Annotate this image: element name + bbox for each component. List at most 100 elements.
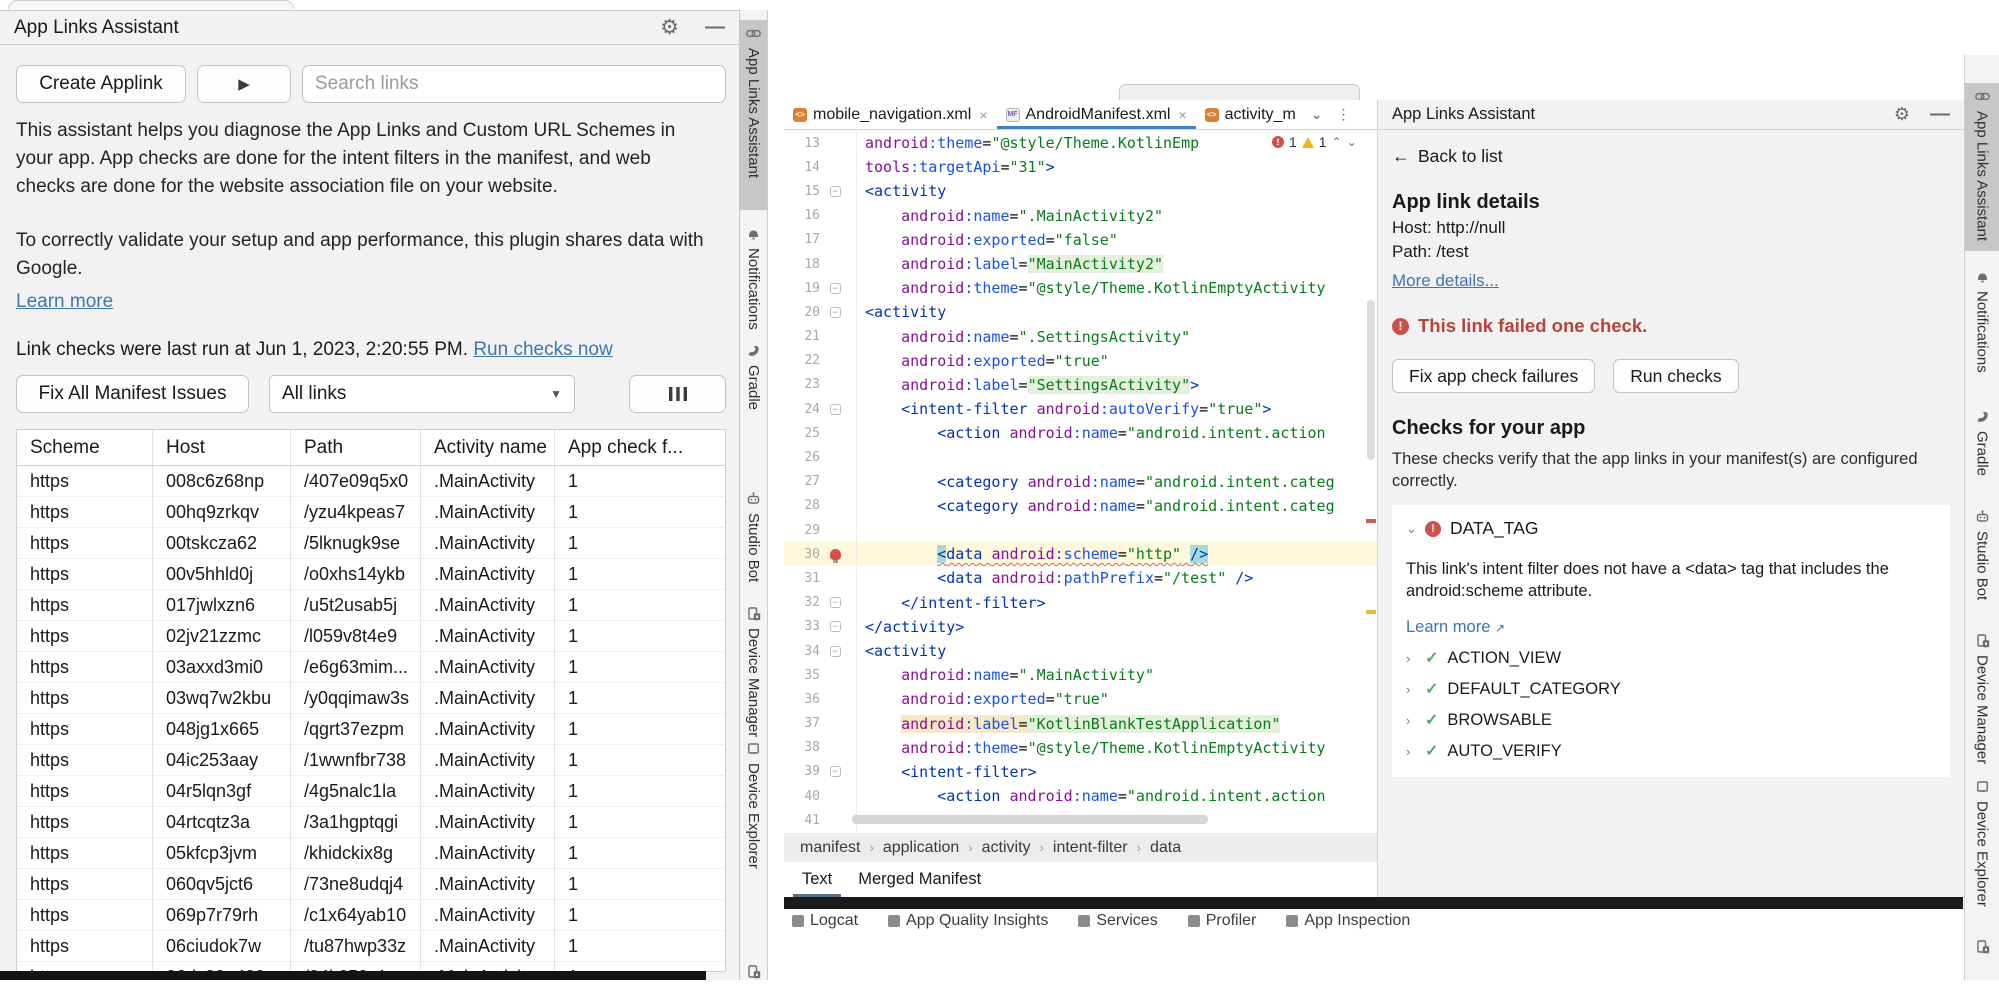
learn-more-link[interactable]: Learn more ↗	[1406, 618, 1505, 637]
gear-icon[interactable]: ⚙	[660, 15, 679, 40]
links-filter-select[interactable]: All links ▼	[269, 375, 575, 413]
fix-all-manifest-issues-button[interactable]: Fix All Manifest Issues	[16, 375, 249, 413]
fold-icon[interactable]: −	[830, 597, 841, 608]
code-line[interactable]: 18 android:label="MainActivity2"	[784, 252, 1377, 276]
learn-more-link[interactable]: Learn more	[16, 291, 113, 313]
check-item-action_view[interactable]: ›✓ACTION_VIEW	[1406, 648, 1936, 668]
stripe-item-partial[interactable]	[740, 958, 767, 980]
vertical-scrollbar[interactable]	[1367, 300, 1375, 460]
gear-icon[interactable]: ⚙	[1894, 104, 1910, 125]
toolbar-item-app-quality-insights[interactable]: App Quality Insights	[888, 912, 1048, 930]
bottom-tab-merged-manifest[interactable]: Merged Manifest	[849, 862, 990, 897]
breadcrumb-item[interactable]: intent-filter	[1053, 839, 1128, 857]
code-editor[interactable]: 13android:theme="@style/Theme.KotlinEmp1…	[784, 131, 1377, 833]
stripe-item-gradle[interactable]: Gradle	[1965, 403, 1999, 483]
prev-issue-icon[interactable]: ⌃	[1332, 135, 1342, 149]
stripe-item-device-manager[interactable]: Device Manager	[740, 600, 767, 720]
stripe-item-device-explorer[interactable]: Device Explorer	[1965, 773, 1999, 903]
code-line[interactable]: 23 android:label="SettingsActivity">	[784, 373, 1377, 397]
code-line[interactable]: 21 android:name=".SettingsActivity"	[784, 325, 1377, 349]
code-line[interactable]: 20−<activity	[784, 300, 1377, 324]
code-line[interactable]: 22 android:exported="true"	[784, 349, 1377, 373]
minimize-icon[interactable]: —	[705, 16, 725, 39]
error-stripe-mark[interactable]	[1366, 519, 1376, 523]
toolbar-item-services[interactable]: Services	[1078, 912, 1157, 930]
code-line[interactable]: 39− <intent-filter>	[784, 760, 1377, 784]
column-header[interactable]: Scheme	[17, 430, 153, 465]
stripe-item-app-links-assistant[interactable]: App Links Assistant	[740, 20, 767, 210]
horizontal-scrollbar[interactable]	[852, 815, 1208, 824]
stripe-item-notifications[interactable]: Notifications	[740, 220, 767, 330]
code-line[interactable]: 33−</activity>	[784, 615, 1377, 639]
stripe-item-studio-bot[interactable]: Studio Bot	[1965, 503, 1999, 603]
table-row[interactable]: https017jwlxzn6/u5t2usab5j.MainActivity1	[17, 590, 725, 621]
error-bulb-icon[interactable]	[830, 549, 841, 560]
breadcrumb-item[interactable]: data	[1150, 839, 1181, 857]
code-line[interactable]: 17 android:exported="false"	[784, 228, 1377, 252]
fold-icon[interactable]: −	[830, 766, 841, 777]
breadcrumb-item[interactable]: manifest	[800, 839, 860, 857]
check-item-auto_verify[interactable]: ›✓AUTO_VERIFY	[1406, 741, 1936, 761]
chevron-right-icon[interactable]: ›	[1406, 713, 1416, 728]
more-details-link[interactable]: More details...	[1392, 271, 1499, 291]
code-line[interactable]: 24− <intent-filter android:autoVerify="t…	[784, 397, 1377, 421]
code-line[interactable]: 34−<activity	[784, 639, 1377, 663]
code-line[interactable]: 15−<activity	[784, 179, 1377, 203]
inspection-widget[interactable]: ! 1 1 ⌃ ⌄	[1268, 134, 1357, 150]
stripe-item-app-links-assistant[interactable]: App Links Assistant	[1965, 83, 1999, 251]
code-line[interactable]: 27 <category android:name="android.inten…	[784, 470, 1377, 494]
fix-app-check-failures-button[interactable]: Fix app check failures	[1392, 359, 1595, 393]
check-item-browsable[interactable]: ›✓BROWSABLE	[1406, 710, 1936, 730]
table-row[interactable]: https048jg1x665/qgrt37ezpm.MainActivity1	[17, 714, 725, 745]
toolbar-item-app-inspection[interactable]: App Inspection	[1286, 912, 1410, 930]
code-line[interactable]: 29	[784, 518, 1377, 542]
close-icon[interactable]: ×	[979, 107, 987, 123]
code-line[interactable]: 28 <category android:name="android.inten…	[784, 494, 1377, 518]
table-row[interactable]: https00tskcza62/5lknugk9se.MainActivity1	[17, 528, 725, 559]
chevron-right-icon[interactable]: ›	[1406, 651, 1416, 666]
breadcrumb-item[interactable]: activity	[982, 839, 1031, 857]
fold-icon[interactable]: −	[830, 283, 841, 294]
warning-stripe-mark[interactable]	[1366, 610, 1376, 614]
code-line[interactable]: 26	[784, 445, 1377, 469]
chevron-right-icon[interactable]: ›	[1406, 744, 1416, 759]
tab-androidmanifest-xml[interactable]: MFAndroidManifest.xml×	[997, 100, 1196, 129]
code-line[interactable]: 35 android:name=".MainActivity"	[784, 663, 1377, 687]
code-line[interactable]: 14tools:targetApi="31">	[784, 155, 1377, 179]
back-to-list-link[interactable]: ← Back to list	[1392, 146, 1950, 167]
create-applink-button[interactable]: Create Applink	[16, 65, 186, 103]
stripe-item-device-manager[interactable]: Device Manager	[1965, 627, 1999, 757]
close-icon[interactable]: ×	[1178, 107, 1186, 123]
code-line[interactable]: 16 android:name=".MainActivity2"	[784, 204, 1377, 228]
chevron-right-icon[interactable]: ›	[1406, 682, 1416, 697]
code-line[interactable]: 32− </intent-filter>	[784, 591, 1377, 615]
table-row[interactable]: https060qv5jct6/73ne8udqj4.MainActivity1	[17, 869, 725, 900]
table-row[interactable]: https06ciudok7w/tu87hwp33z.MainActivity1	[17, 931, 725, 962]
breadcrumb-item[interactable]: application	[883, 839, 960, 857]
run-checks-now-link[interactable]: Run checks now	[473, 339, 612, 360]
code-line[interactable]: 40 <action android:name="android.intent.…	[784, 784, 1377, 808]
code-line[interactable]: 37 android:label="KotlinBlankTestApplica…	[784, 712, 1377, 736]
table-row[interactable]: https03axxd3mi0/e6g63mim....MainActivity…	[17, 652, 725, 683]
chevron-down-icon[interactable]: ⌄	[1311, 106, 1323, 123]
data-tag-check[interactable]: ⌄ ! DATA_TAG	[1406, 518, 1936, 539]
table-row[interactable]: https069p7r79rh/c1x64yab10.MainActivity1	[17, 900, 725, 931]
table-row[interactable]: https04ic253aay/1wwnfbr738.MainActivity1	[17, 745, 725, 776]
stripe-item-partial[interactable]	[1965, 933, 1999, 955]
toolbar-item-logcat[interactable]: Logcat	[792, 912, 858, 930]
run-checks-button[interactable]: Run checks	[1613, 359, 1738, 393]
table-row[interactable]: https02jv21zzmc/l059v8t4e9.MainActivity1	[17, 621, 725, 652]
table-row[interactable]: https008c6z68np/407e09q5x0.MainActivity1	[17, 466, 725, 497]
table-row[interactable]: https04rtcqtz3a/3a1hgptqgi.MainActivity1	[17, 807, 725, 838]
table-row[interactable]: https00v5hhld0j/o0xhs14ykb.MainActivity1	[17, 559, 725, 590]
column-header[interactable]: Host	[153, 430, 291, 465]
chevron-down-icon[interactable]: ⌄	[1406, 521, 1416, 537]
column-header[interactable]: App check f...	[555, 430, 725, 465]
stripe-item-device-explorer[interactable]: Device Explorer	[740, 735, 767, 860]
more-options-icon[interactable]: ⋮	[1337, 106, 1351, 123]
column-header[interactable]: Path	[291, 430, 421, 465]
check-item-default_category[interactable]: ›✓DEFAULT_CATEGORY	[1406, 679, 1936, 699]
tab-mobile_navigation-xml[interactable]: <>mobile_navigation.xml×	[784, 100, 997, 129]
code-line[interactable]: 38 android:theme="@style/Theme.KotlinEmp…	[784, 736, 1377, 760]
fold-icon[interactable]: −	[830, 404, 841, 415]
